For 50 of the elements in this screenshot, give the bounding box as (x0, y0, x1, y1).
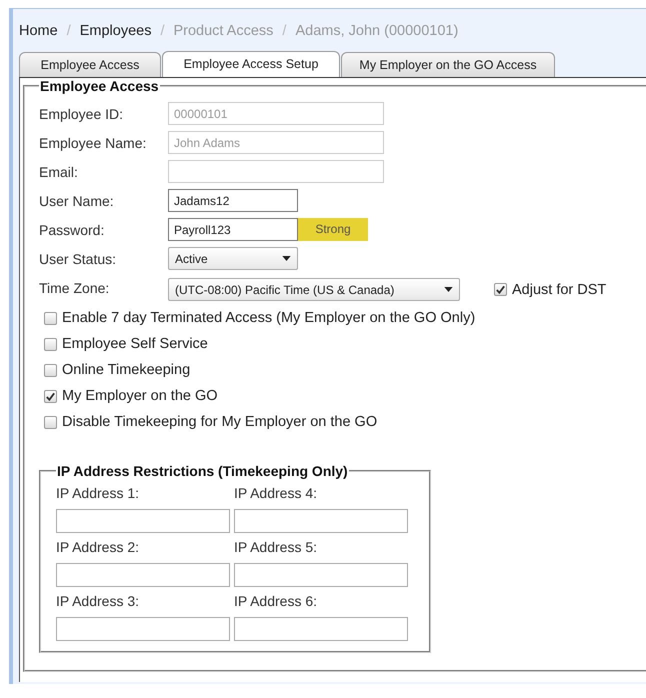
checkbox[interactable] (44, 390, 57, 402)
input-field[interactable] (234, 617, 408, 641)
field-label: Password: (39, 222, 106, 238)
field-label: IP Address 3: (56, 593, 140, 609)
input-field[interactable] (56, 563, 230, 587)
checkbox-label: Adjust for DST (512, 282, 606, 298)
tab[interactable]: Employee Access Setup (162, 51, 340, 77)
input-field[interactable] (234, 509, 408, 533)
checkbox[interactable] (44, 312, 57, 324)
checkbox[interactable] (44, 416, 57, 428)
breadcrumb-item: Adams, John (00000101) (295, 23, 458, 39)
breadcrumb-separator: / (160, 23, 164, 39)
checkbox-label: My Employer on the GO (62, 388, 218, 404)
field-label: User Name: (39, 192, 115, 208)
section-title: IP Address Restrictions (Timekeeping Only) (56, 463, 349, 479)
field-label: IP Address 5: (234, 539, 318, 555)
input-field[interactable]: Jadams12 (168, 189, 298, 212)
strength-badge: Strong (298, 218, 368, 241)
breadcrumb-item: Product Access (173, 23, 274, 39)
field-label: Time Zone: (39, 280, 110, 296)
field-label: IP Address 4: (234, 485, 318, 501)
dropdown[interactable]: (UTC-08:00) Pacific Time (US & Canada) (168, 278, 460, 301)
input-field[interactable]: Payroll123 (168, 218, 298, 241)
field-label: Employee Name: (39, 134, 148, 150)
checkbox[interactable] (494, 283, 507, 296)
breadcrumb-link[interactable]: Employees (80, 23, 152, 39)
input-field[interactable] (234, 563, 408, 587)
checkbox-label: Employee Self Service (62, 336, 208, 352)
checkbox[interactable] (44, 364, 57, 376)
dropdown[interactable]: Active (168, 247, 298, 270)
checkbox-label: Enable 7 day Terminated Access (My Employer on the GO Only) (62, 310, 476, 326)
checkbox[interactable] (44, 338, 57, 350)
section-title: Employee Access (39, 78, 160, 94)
field-label: Email: (39, 164, 79, 180)
checkbox-label: Online Timekeeping (62, 362, 190, 378)
breadcrumb-separator: / (66, 23, 71, 39)
breadcrumb-link[interactable]: Home (19, 23, 58, 39)
field-label: IP Address 1: (56, 485, 140, 501)
input-field[interactable] (56, 617, 230, 641)
tab[interactable]: Employee Access (19, 52, 161, 77)
checkbox-label: Disable Timekeeping for My Employer on the GO (62, 414, 378, 430)
caret-icon (444, 287, 453, 292)
caret-icon (282, 256, 291, 261)
field-label: Employee ID: (39, 106, 124, 122)
field-label: User Status: (39, 250, 118, 266)
field-label: IP Address 2: (56, 539, 140, 555)
input-field[interactable] (56, 509, 230, 533)
tab[interactable]: My Employer on the GO Access (341, 52, 555, 77)
field-label: IP Address 6: (234, 593, 318, 609)
breadcrumb-separator: / (282, 23, 286, 39)
